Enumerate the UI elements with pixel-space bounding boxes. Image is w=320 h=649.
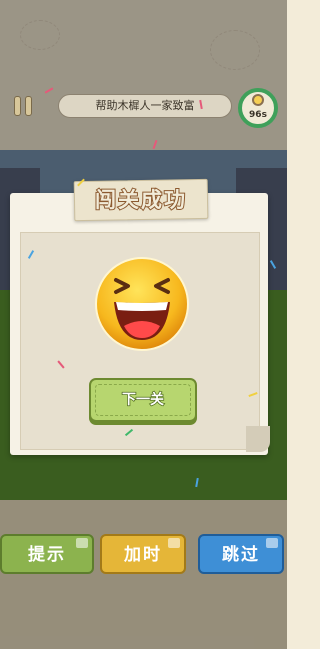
pause-icon: [25, 96, 32, 116]
skip-button[interactable]: 跳过: [198, 534, 284, 574]
paper-curl: [246, 426, 270, 452]
hint-label: 提示: [28, 545, 66, 565]
timer-value: 96s: [249, 110, 267, 120]
pause-icon: [14, 96, 21, 116]
video-ad-icon: [168, 538, 180, 548]
video-ad-icon: [266, 538, 278, 548]
next-level-button[interactable]: 下一关: [89, 378, 197, 422]
next-level-label: 下一关: [121, 391, 165, 409]
dialog-title: 闯关成功: [94, 187, 187, 213]
skip-label: 跳过: [222, 545, 260, 565]
add-time-button[interactable]: 加时: [100, 534, 186, 574]
hint-button[interactable]: 提示: [0, 534, 94, 574]
level-title: 帮助木樨人一家致富: [58, 94, 232, 118]
video-ad-icon: [76, 538, 88, 548]
clock-icon: [252, 94, 264, 106]
add-time-label: 加时: [124, 545, 162, 565]
laughing-emoji-icon: [95, 257, 189, 351]
timer: 96s: [238, 88, 278, 128]
pause-button[interactable]: [14, 96, 36, 116]
